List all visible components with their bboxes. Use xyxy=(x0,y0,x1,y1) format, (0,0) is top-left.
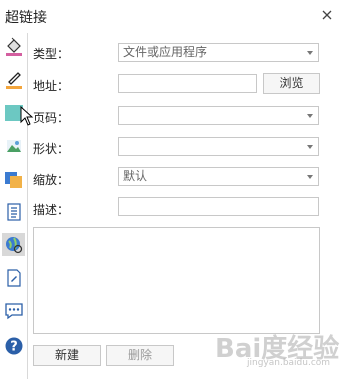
dialog-title: 超链接 xyxy=(5,10,47,26)
description-input[interactable] xyxy=(118,197,319,216)
svg-text:?: ? xyxy=(10,339,18,354)
page-label: 页码： xyxy=(33,111,70,125)
mouse-cursor-icon xyxy=(20,106,34,126)
type-select[interactable]: 文件或应用程序 xyxy=(118,43,319,62)
browse-button[interactable]: 浏览 xyxy=(263,73,320,94)
comment-icon[interactable] xyxy=(2,299,25,322)
close-icon[interactable] xyxy=(320,8,334,22)
globe-link-icon[interactable] xyxy=(2,233,25,256)
pen-line-icon[interactable] xyxy=(2,68,25,91)
sidebar: ? xyxy=(0,33,28,379)
shape-select[interactable] xyxy=(118,137,319,156)
new-button[interactable]: 新建 xyxy=(33,345,101,366)
description-label: 描述： xyxy=(33,203,70,217)
shape-label: 形状： xyxy=(33,142,70,156)
document-list-icon[interactable] xyxy=(2,200,25,223)
address-input[interactable] xyxy=(118,74,257,93)
chevron-down-icon xyxy=(307,51,313,55)
watermark-url: jingyan.baidu.com xyxy=(247,358,331,368)
chevron-down-icon xyxy=(307,175,313,179)
paint-bucket-icon[interactable] xyxy=(2,35,25,58)
delete-button[interactable]: 删除 xyxy=(106,345,174,366)
hyperlink-list[interactable] xyxy=(33,227,320,334)
address-label: 地址： xyxy=(33,79,70,93)
zoom-value: 默认 xyxy=(123,169,148,183)
zoom-label: 缩放： xyxy=(33,173,70,187)
layers-icon[interactable] xyxy=(2,167,25,190)
chevron-down-icon xyxy=(307,114,313,118)
chevron-down-icon xyxy=(307,145,313,149)
type-label: 类型： xyxy=(33,47,70,61)
help-icon[interactable]: ? xyxy=(2,334,25,357)
page-select[interactable] xyxy=(118,106,319,125)
type-value: 文件或应用程序 xyxy=(123,45,208,59)
picture-icon[interactable] xyxy=(2,134,25,157)
note-icon[interactable] xyxy=(2,266,25,289)
zoom-select[interactable]: 默认 xyxy=(118,167,319,186)
